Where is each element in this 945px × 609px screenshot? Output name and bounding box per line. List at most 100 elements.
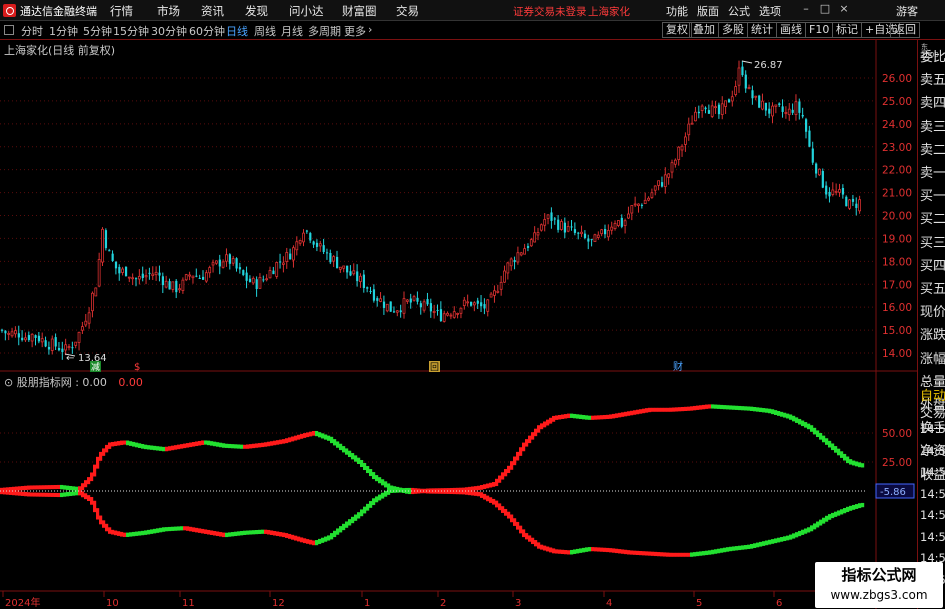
indicator-segment	[702, 404, 706, 410]
minimize-icon[interactable]: –	[799, 2, 813, 17]
indicator-segment	[582, 547, 586, 553]
indicator-segment	[135, 531, 139, 536]
candle-body	[272, 270, 275, 275]
indicator-segment	[603, 547, 607, 552]
indicator-segment	[678, 407, 682, 412]
indicator-segment	[243, 444, 247, 449]
tab-monthly[interactable]: 月线	[281, 23, 303, 39]
candle-body	[557, 219, 560, 230]
tick-time: 14:56	[920, 486, 945, 501]
indicator-segment	[750, 543, 754, 549]
indicator-segment	[96, 508, 100, 520]
candle-body	[17, 333, 20, 338]
indicator-segment	[498, 503, 502, 511]
checkbox-icon[interactable]	[4, 25, 14, 35]
multi-stock-button[interactable]: 多股	[718, 22, 748, 38]
menu-news[interactable]: 资讯	[201, 3, 224, 19]
indicator-segment	[156, 446, 160, 451]
indicator-segment	[546, 419, 550, 426]
indicator-segment	[411, 487, 415, 493]
trade-label[interactable]: 交易	[920, 402, 945, 421]
menu-function[interactable]: 功能	[666, 3, 688, 19]
statistics-button[interactable]: 统计	[747, 22, 777, 38]
indicator-segment	[714, 404, 718, 409]
candle-body	[151, 273, 155, 276]
candle-body	[838, 189, 841, 193]
menu-discover[interactable]: 发现	[245, 3, 268, 19]
kline-chart[interactable]: 26.0025.0024.0023.0022.0021.0020.0019.00…	[0, 40, 917, 609]
indicator-segment	[45, 485, 49, 490]
menu-ask-xiaoda[interactable]: 问小达	[289, 3, 324, 19]
indicator-segment	[804, 528, 808, 534]
indicator-segment	[576, 548, 580, 554]
indicator-segment	[795, 417, 799, 423]
indicator-segment	[369, 469, 373, 477]
chevron-right-icon[interactable]: ›	[368, 23, 372, 36]
indicator-segment	[825, 515, 829, 522]
tab-15min[interactable]: 15分钟	[113, 23, 149, 39]
candle-body	[533, 232, 537, 243]
tab-5min[interactable]: 5分钟	[83, 23, 112, 39]
mark-button[interactable]: 标记	[832, 22, 862, 38]
candle-body	[64, 344, 68, 351]
tab-1min[interactable]: 1分钟	[49, 23, 78, 39]
indicator-icon[interactable]: ⊙	[4, 376, 13, 389]
indicator-segment	[501, 472, 505, 480]
back-button[interactable]: 返回	[890, 22, 920, 38]
indicator-segment	[207, 529, 211, 535]
maximize-icon[interactable]: □	[818, 2, 832, 17]
candle-body	[385, 303, 389, 312]
tab-60min[interactable]: 60分钟	[189, 23, 225, 39]
indicator-segment	[180, 526, 184, 531]
user-guest[interactable]: 游客	[896, 3, 918, 19]
indicator-segment	[693, 405, 697, 411]
price-tick-label: 23.00	[882, 142, 912, 154]
indicator-segment	[759, 407, 763, 413]
candle-body	[613, 223, 617, 229]
price-tick-label: 26.00	[882, 73, 912, 85]
indicator-segment	[768, 408, 772, 414]
indicator-segment	[708, 404, 712, 409]
f10-button[interactable]: F10	[805, 22, 834, 38]
menu-quotes[interactable]: 行情	[110, 3, 133, 19]
tab-intraday[interactable]: 分时	[21, 23, 43, 39]
trade-login-notice[interactable]: 证券交易未登录	[513, 4, 587, 19]
adjust-button[interactable]: 复权	[662, 22, 692, 38]
tab-multi-period[interactable]: 多周期	[308, 23, 341, 39]
menu-wealth-circle[interactable]: 财富圈	[342, 3, 377, 19]
indicator-segment	[144, 530, 148, 535]
indicator-segment	[198, 440, 202, 446]
menu-market[interactable]: 市场	[157, 3, 180, 19]
watermark-url: www.zbgs3.com	[830, 588, 928, 602]
indicator-segment	[549, 547, 553, 553]
tab-more[interactable]: 更多	[344, 23, 366, 39]
tab-30min[interactable]: 30分钟	[151, 23, 187, 39]
watermark: 指标公式网 www.zbgs3.com	[815, 562, 943, 608]
indicator-segment	[378, 494, 382, 501]
indicator-segment	[816, 521, 820, 528]
candle-body	[195, 275, 198, 277]
menu-layout[interactable]: 版面	[697, 3, 719, 19]
candle-body	[620, 217, 623, 227]
candle-body	[104, 230, 108, 249]
indicator-segment	[300, 537, 304, 543]
candle-body	[141, 273, 144, 278]
indicator-segment	[162, 446, 166, 452]
tab-daily[interactable]: 日线	[226, 23, 248, 39]
close-icon[interactable]: ×	[837, 2, 851, 17]
candle-body	[489, 293, 493, 298]
candle-body	[426, 299, 429, 305]
candle-body	[211, 262, 215, 266]
draw-line-button[interactable]: 画线	[776, 22, 806, 38]
indicator-segment	[597, 547, 601, 552]
candle-body	[459, 307, 463, 314]
indicator-segment	[312, 540, 316, 546]
tab-weekly[interactable]: 周线	[254, 23, 276, 39]
menu-formula[interactable]: 公式	[728, 3, 750, 19]
overlay-button[interactable]: 叠加	[689, 22, 719, 38]
menu-options[interactable]: 选项	[759, 3, 781, 19]
indicator-segment	[261, 529, 265, 534]
indicator-segment	[732, 405, 736, 410]
indicator-segment	[753, 543, 757, 548]
menu-trade[interactable]: 交易	[396, 3, 419, 19]
